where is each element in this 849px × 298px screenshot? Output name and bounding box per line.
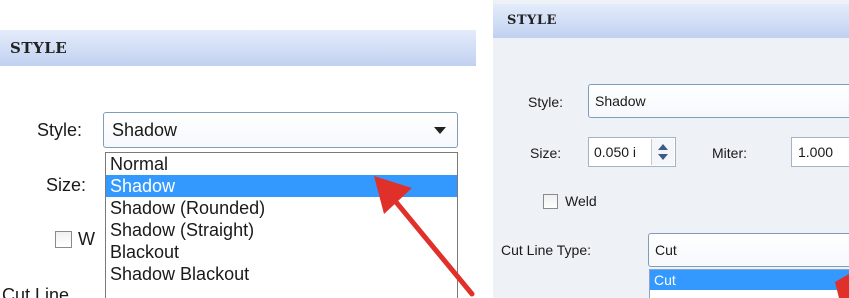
- miter-value: 1.000: [798, 144, 834, 160]
- miter-field[interactable]: 1.000: [791, 137, 849, 167]
- stepper-arrows-icon[interactable]: [652, 139, 674, 165]
- style-select-value: Shadow: [595, 93, 646, 109]
- style-select[interactable]: Shadow: [103, 112, 458, 148]
- weld-label: W: [78, 229, 95, 249]
- size-spinner[interactable]: 0.050 i: [588, 137, 676, 167]
- style-select-value: Shadow: [112, 120, 178, 140]
- weld-checkbox[interactable]: [55, 231, 72, 248]
- cut-line-type-select[interactable]: Cut: [648, 233, 849, 267]
- cut-line-type-label: Cut Line Type:: [501, 242, 592, 258]
- size-label: Size:: [530, 145, 562, 161]
- style-section-header: STYLE: [493, 4, 849, 38]
- annotation-arrow-icon: [835, 274, 849, 298]
- style-label: Style:: [37, 120, 83, 140]
- miter-label: Miter:: [712, 145, 747, 161]
- cut-line-type-dropdown-list: Cut: [649, 269, 849, 298]
- cut-line-type-label: Cut Line: [2, 285, 70, 298]
- weld-checkbox[interactable]: [543, 194, 558, 209]
- right-style-panel: STYLE Style: Shadow Size: 0.050 i Miter:…: [493, 0, 849, 298]
- left-style-panel: STYLE Style: Shadow Size: W Cut Line Nor…: [0, 0, 476, 298]
- annotation-arrow-icon: [374, 176, 475, 297]
- size-stepper[interactable]: [651, 139, 674, 165]
- style-select[interactable]: Shadow: [588, 84, 849, 118]
- weld-label: Weld: [565, 193, 597, 209]
- dropdown-option-cut[interactable]: Cut: [650, 270, 849, 290]
- size-value: 0.050 i: [594, 144, 637, 160]
- size-label: Size:: [46, 175, 87, 195]
- cut-line-type-value: Cut: [655, 242, 677, 258]
- style-section-header: STYLE: [0, 30, 476, 66]
- chevron-down-icon[interactable]: [434, 127, 446, 134]
- style-label: Style:: [528, 94, 564, 110]
